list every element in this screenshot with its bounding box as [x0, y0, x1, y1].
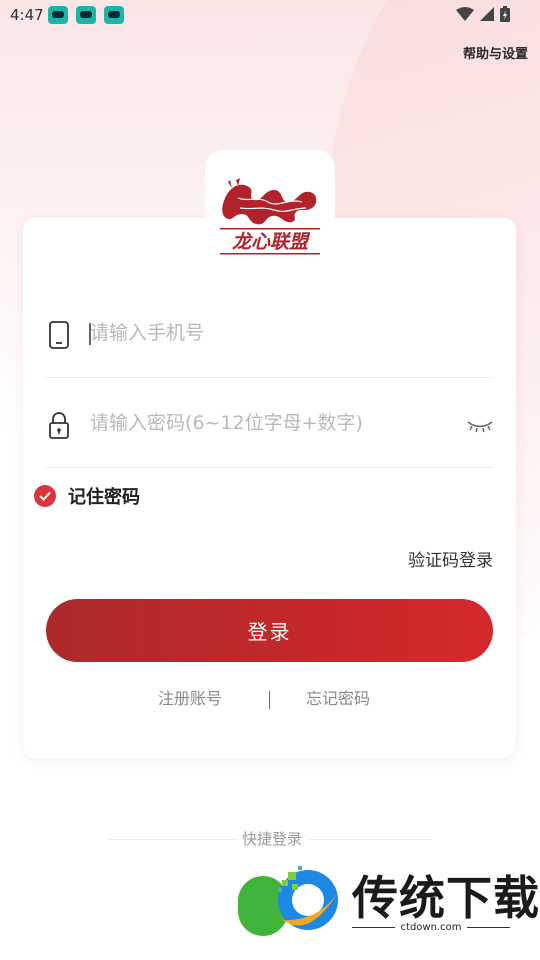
- login-button[interactable]: 登录: [46, 599, 493, 662]
- logo-text: 龙心联盟: [232, 231, 311, 253]
- phone-field: [45, 290, 493, 378]
- phone-icon: [49, 321, 69, 349]
- quick-login-label: 快捷登录: [238, 828, 307, 849]
- password-input[interactable]: [90, 408, 450, 438]
- eye-closed-icon[interactable]: [467, 419, 493, 433]
- register-link[interactable]: 注册账号: [158, 685, 222, 709]
- watermark-url-row: ctdown.com: [352, 922, 510, 933]
- remember-password-label: 记住密码: [68, 487, 140, 508]
- check-icon: [34, 485, 56, 507]
- watermark-logo: [276, 866, 344, 930]
- status-bar: 4:47: [0, 0, 540, 32]
- phone-input[interactable]: [90, 318, 450, 348]
- remember-password-checkbox[interactable]: 记住密码: [34, 484, 140, 508]
- link-divider: [269, 691, 270, 709]
- help-settings-link[interactable]: 帮助与设置: [463, 43, 528, 62]
- status-time: 4:47: [10, 6, 44, 24]
- lock-icon: [49, 412, 69, 439]
- wifi-icon: [456, 7, 474, 21]
- watermark-title: 传统下载: [352, 871, 540, 925]
- notification-app-icon: [104, 6, 124, 24]
- battery-icon: [500, 6, 510, 22]
- text-cursor: [89, 323, 91, 345]
- notification-app-icon: [76, 6, 96, 24]
- signal-icon: [480, 7, 494, 21]
- status-icons: [456, 6, 510, 22]
- dragon-logo: 龙心联盟: [220, 178, 320, 255]
- notification-app-icon: [48, 6, 68, 24]
- forgot-password-link[interactable]: 忘记密码: [306, 685, 370, 709]
- sms-login-link[interactable]: 验证码登录: [408, 546, 493, 571]
- watermark-url: ctdown.com: [400, 922, 462, 933]
- password-field: [45, 380, 493, 468]
